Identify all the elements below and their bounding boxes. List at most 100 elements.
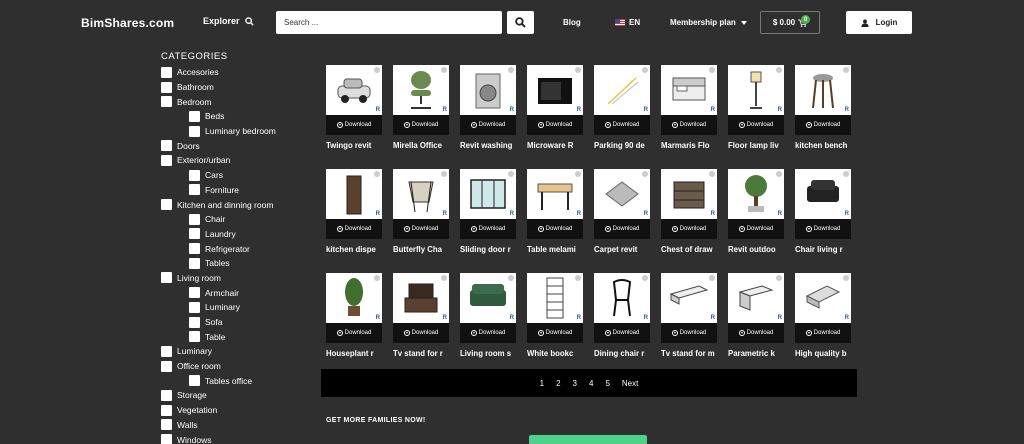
- product-card[interactable]: R Download Marmaris Flo: [661, 65, 717, 169]
- download-button[interactable]: Download: [795, 219, 851, 239]
- membership-menu[interactable]: Membership plan: [670, 18, 747, 27]
- category-item[interactable]: Luminary: [161, 300, 311, 315]
- favorite-icon[interactable]: [575, 275, 581, 281]
- product-card[interactable]: R Download Parking 90 de: [594, 65, 650, 169]
- favorite-icon[interactable]: [642, 275, 648, 281]
- category-item[interactable]: Table: [161, 329, 311, 344]
- product-name[interactable]: Tv stand for m: [661, 349, 715, 358]
- blog-link[interactable]: Blog: [563, 18, 581, 27]
- category-item[interactable]: Office room: [161, 359, 311, 374]
- product-card[interactable]: R Download High quality b: [795, 273, 851, 377]
- download-button[interactable]: Download: [661, 323, 717, 343]
- category-item[interactable]: Laundry: [161, 227, 311, 242]
- favorite-icon[interactable]: [709, 67, 715, 73]
- product-name[interactable]: Tv stand for r: [393, 349, 447, 358]
- product-name[interactable]: Parametric k: [728, 349, 782, 358]
- product-name[interactable]: Parking 90 de: [594, 141, 648, 150]
- category-item[interactable]: Beds: [161, 109, 311, 124]
- product-thumbnail[interactable]: R: [795, 273, 851, 323]
- product-card[interactable]: R Download Tv stand for r: [393, 273, 449, 377]
- product-card[interactable]: R Download Table melami: [527, 169, 583, 273]
- product-thumbnail[interactable]: R: [795, 65, 851, 115]
- favorite-icon[interactable]: [374, 67, 380, 73]
- category-item[interactable]: Sofa: [161, 315, 311, 330]
- category-checkbox[interactable]: [189, 257, 200, 269]
- product-name[interactable]: Houseplant r: [326, 349, 380, 358]
- product-card[interactable]: R Download White bookc: [527, 273, 583, 377]
- product-name[interactable]: Table melami: [527, 245, 581, 254]
- language-selector[interactable]: EN: [615, 18, 640, 27]
- category-item[interactable]: Refrigerator: [161, 241, 311, 256]
- category-checkbox[interactable]: [189, 375, 200, 387]
- product-thumbnail[interactable]: R: [594, 273, 650, 323]
- favorite-icon[interactable]: [642, 171, 648, 177]
- product-thumbnail[interactable]: R: [393, 273, 449, 323]
- category-checkbox[interactable]: [161, 154, 172, 166]
- category-item[interactable]: Bedroom: [161, 94, 311, 109]
- category-checkbox[interactable]: [161, 404, 172, 416]
- category-item[interactable]: Exterior/urban: [161, 153, 311, 168]
- download-button[interactable]: Download: [728, 323, 784, 343]
- favorite-icon[interactable]: [642, 67, 648, 73]
- product-thumbnail[interactable]: R: [728, 65, 784, 115]
- favorite-icon[interactable]: [508, 67, 514, 73]
- product-thumbnail[interactable]: R: [661, 65, 717, 115]
- product-name[interactable]: kitchen dispe: [326, 245, 380, 254]
- product-name[interactable]: Chair living r: [795, 245, 849, 254]
- category-checkbox[interactable]: [189, 331, 200, 343]
- download-button[interactable]: Download: [795, 323, 851, 343]
- category-item[interactable]: Luminary: [161, 344, 311, 359]
- page-link[interactable]: 1: [539, 379, 545, 388]
- category-item[interactable]: Tables: [161, 256, 311, 271]
- product-card[interactable]: R Download Floor lamp liv: [728, 65, 784, 169]
- category-item[interactable]: Bathroom: [161, 80, 311, 95]
- favorite-icon[interactable]: [843, 67, 849, 73]
- product-name[interactable]: Sliding door r: [460, 245, 514, 254]
- category-checkbox[interactable]: [161, 272, 172, 284]
- get-more-button[interactable]: [529, 435, 647, 444]
- favorite-icon[interactable]: [843, 171, 849, 177]
- category-checkbox[interactable]: [161, 345, 172, 357]
- product-card[interactable]: R Download Dining chair r: [594, 273, 650, 377]
- favorite-icon[interactable]: [508, 275, 514, 281]
- product-thumbnail[interactable]: R: [527, 273, 583, 323]
- category-item[interactable]: Luminary bedroom: [161, 124, 311, 139]
- product-card[interactable]: R Download Carpet revit: [594, 169, 650, 273]
- download-button[interactable]: Download: [527, 219, 583, 239]
- product-thumbnail[interactable]: R: [460, 169, 516, 219]
- download-button[interactable]: Download: [393, 115, 449, 135]
- product-thumbnail[interactable]: R: [326, 65, 382, 115]
- product-thumbnail[interactable]: R: [661, 273, 717, 323]
- category-checkbox[interactable]: [161, 96, 172, 108]
- download-button[interactable]: Download: [393, 323, 449, 343]
- download-button[interactable]: Download: [460, 323, 516, 343]
- product-card[interactable]: R Download kitchen bench: [795, 65, 851, 169]
- download-button[interactable]: Download: [326, 115, 382, 135]
- product-card[interactable]: R Download Tv stand for m: [661, 273, 717, 377]
- page-link[interactable]: 3: [572, 379, 578, 388]
- product-name[interactable]: High quality b: [795, 349, 849, 358]
- category-checkbox[interactable]: [189, 243, 200, 255]
- product-thumbnail[interactable]: R: [795, 169, 851, 219]
- product-card[interactable]: R Download Revit outdoo: [728, 169, 784, 273]
- category-checkbox[interactable]: [189, 228, 200, 240]
- download-button[interactable]: Download: [326, 323, 382, 343]
- category-item[interactable]: Chair: [161, 212, 311, 227]
- cart-button[interactable]: $ 0.00 0: [760, 11, 820, 34]
- page-link[interactable]: 4: [588, 379, 594, 388]
- download-button[interactable]: Download: [728, 115, 784, 135]
- product-card[interactable]: R Download Revit washing: [460, 65, 516, 169]
- favorite-icon[interactable]: [374, 275, 380, 281]
- explorer-menu[interactable]: Explorer: [203, 16, 254, 26]
- product-name[interactable]: White bookc: [527, 349, 581, 358]
- favorite-icon[interactable]: [709, 171, 715, 177]
- favorite-icon[interactable]: [776, 275, 782, 281]
- category-item[interactable]: Vegetation: [161, 403, 311, 418]
- category-checkbox[interactable]: [161, 66, 172, 78]
- product-name[interactable]: Living room s: [460, 349, 514, 358]
- category-item[interactable]: Tables office: [161, 373, 311, 388]
- category-checkbox[interactable]: [189, 316, 200, 328]
- product-thumbnail[interactable]: R: [527, 169, 583, 219]
- download-button[interactable]: Download: [393, 219, 449, 239]
- favorite-icon[interactable]: [441, 67, 447, 73]
